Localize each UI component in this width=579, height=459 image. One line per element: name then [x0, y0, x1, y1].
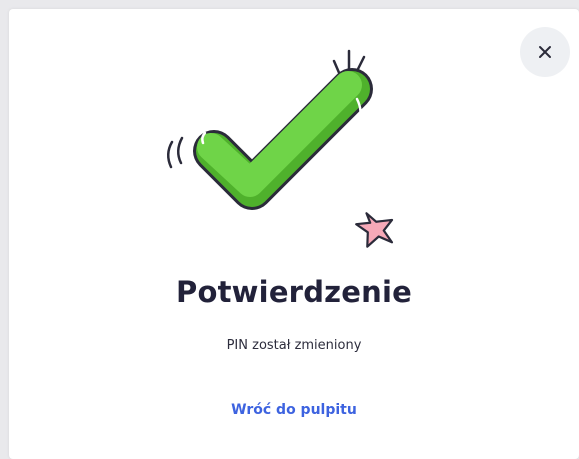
dialog-title: Potwierdzenie [176, 275, 412, 309]
success-checkmark-illustration [167, 49, 394, 248]
motion-lines-left-icon [167, 136, 184, 169]
confirmation-dialog: Potwierdzenie PIN został zmieniony Wróć … [9, 9, 579, 459]
sparkle-icon [355, 212, 394, 248]
back-to-dashboard-link[interactable]: Wróć do pulpitu [9, 402, 579, 418]
checkmark-icon [193, 68, 373, 210]
close-button[interactable] [520, 27, 570, 77]
close-icon [539, 46, 551, 58]
dialog-message: PIN został zmieniony [226, 338, 362, 353]
